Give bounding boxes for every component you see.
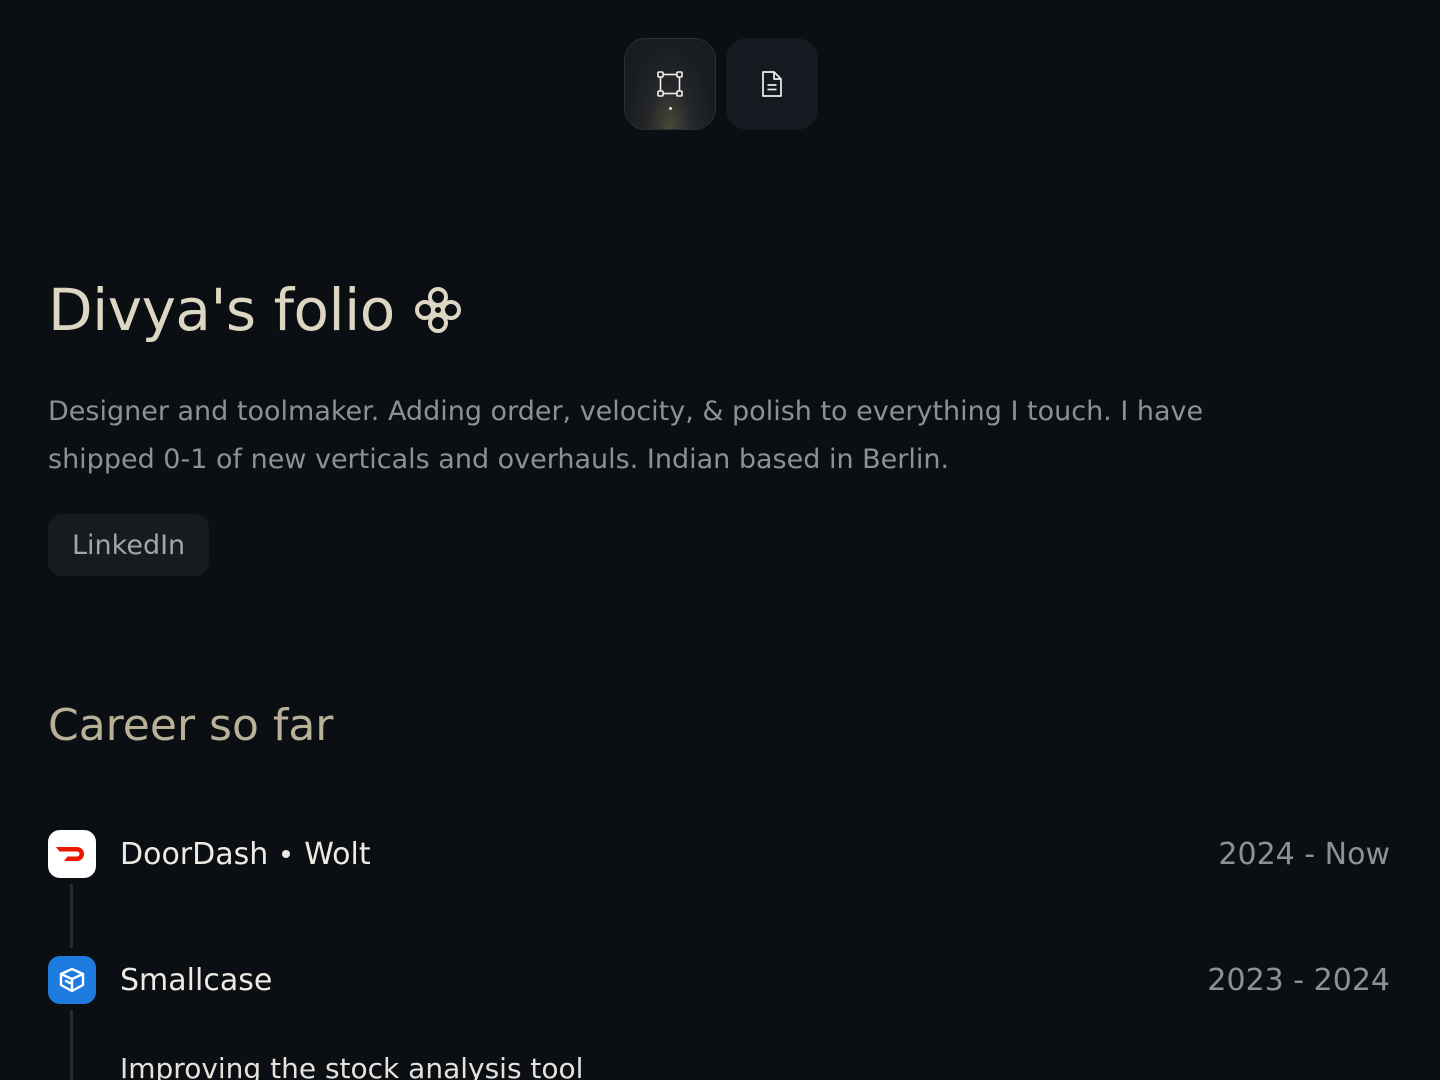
company-name: DoorDash Wolt — [120, 837, 371, 872]
page-title: Divya's folio — [48, 276, 463, 344]
career-item-left: Smallcase — [48, 956, 272, 1004]
document-icon — [759, 70, 785, 98]
smallcase-logo-icon — [48, 956, 96, 1004]
page: Divya's folio Designer and toolmaker. Ad… — [0, 0, 1440, 1080]
separator-dot — [282, 850, 291, 858]
job-dates: 2023 - 2024 — [1207, 962, 1390, 998]
nav-button-canvas[interactable] — [624, 38, 716, 130]
career-section-title: Career so far — [48, 700, 334, 751]
project-link[interactable]: Improving the stock analysis tool — [120, 1052, 583, 1080]
linkedin-button[interactable]: LinkedIn — [48, 514, 210, 576]
doordash-logo-icon — [48, 830, 96, 878]
company-name: Smallcase — [120, 963, 272, 998]
page-title-text: Divya's folio — [48, 276, 395, 344]
career-item-left: DoorDash Wolt — [48, 830, 371, 878]
nav-button-resume[interactable] — [726, 38, 818, 130]
active-indicator-dot — [668, 107, 672, 110]
company-name-secondary: Wolt — [304, 836, 371, 872]
flower-icon — [413, 285, 463, 335]
company-name-primary: DoorDash — [120, 836, 269, 872]
frame-icon — [656, 70, 684, 98]
timeline-connector — [70, 884, 73, 948]
timeline-connector — [70, 1010, 73, 1080]
bio-text: Designer and toolmaker. Adding order, ve… — [48, 396, 1204, 475]
career-item-smallcase[interactable]: Smallcase 2023 - 2024 — [48, 956, 1390, 1004]
top-nav — [624, 38, 818, 130]
company-name-primary: Smallcase — [120, 962, 273, 998]
job-dates: 2024 - Now — [1218, 836, 1390, 872]
career-item-doordash[interactable]: DoorDash Wolt 2024 - Now — [48, 830, 1390, 878]
